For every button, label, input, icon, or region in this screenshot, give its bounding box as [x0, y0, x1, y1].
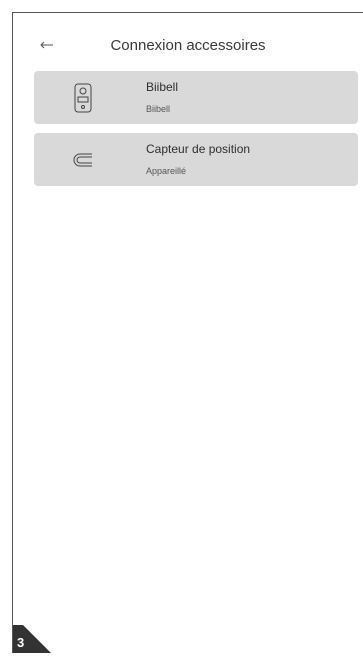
- page-title: Connexion accessoires: [110, 37, 266, 54]
- accessory-name: Capteur de position: [146, 142, 251, 156]
- accessory-item-capteur-de-position[interactable]: Capteur de position Appareillé: [34, 133, 358, 186]
- accessory-name: Biibell: [146, 80, 179, 94]
- page-number: 3: [17, 635, 25, 650]
- doorbell-icon: [72, 81, 94, 114]
- magnet-sensor-icon: [72, 143, 94, 176]
- accessory-status: Biibell: [146, 104, 171, 114]
- accessory-item-biibell[interactable]: Biibell Biibell: [34, 71, 358, 124]
- app-screen: Connexion accessoires Biibell Biibell Ca…: [12, 12, 363, 653]
- accessory-status: Appareillé: [146, 166, 187, 176]
- page-number-badge: 3: [13, 625, 51, 653]
